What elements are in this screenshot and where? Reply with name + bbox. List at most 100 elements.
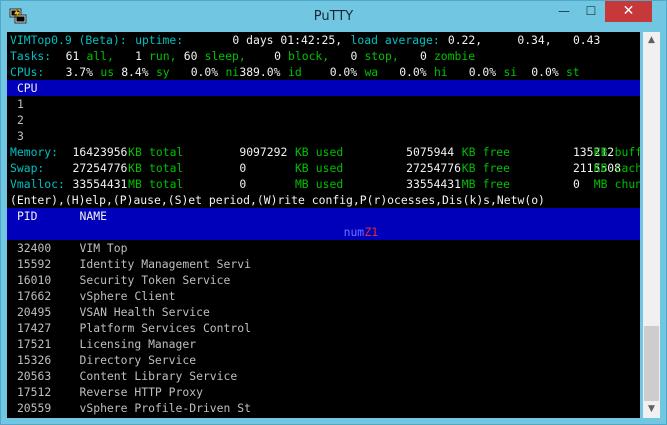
header-field: uptime: — [135, 33, 184, 47]
swap-field: 0 — [239, 161, 247, 175]
memory-field: KB — [128, 145, 142, 159]
process-unit-label: Z1 — [364, 225, 379, 239]
process-cell: 17662 — [16, 289, 52, 303]
vmalloc-field: 0 — [572, 177, 580, 191]
cpus-field: 0.0% — [190, 65, 219, 79]
tasks-field: 1 — [135, 49, 142, 63]
cpu-table-header-bar — [7, 80, 640, 96]
swap-field: KB — [461, 161, 476, 175]
cpus-field: sy — [155, 65, 170, 79]
swap-field: used — [315, 161, 344, 175]
process-cell: Directory Service — [79, 353, 197, 367]
cpus-field: ni — [225, 65, 240, 79]
cpus-field: 8.4% — [121, 65, 149, 79]
maximize-button[interactable]: ☐ — [578, 1, 604, 22]
swap-field: total — [149, 161, 184, 175]
cpu-col-header: CPU — [16, 81, 38, 95]
vertical-scrollbar[interactable]: ▲ ▼ — [643, 32, 660, 418]
swap-field: KB — [294, 161, 309, 175]
memory-field: 16423956 — [72, 145, 128, 159]
title-bar[interactable]: PuTTY — ☐ ✕ — [1, 1, 666, 32]
memory-field: 9097292 — [239, 145, 288, 159]
header-field: 0.43 — [572, 33, 601, 47]
process-cell: vSphere Client — [79, 289, 176, 303]
vmalloc-field: 0 — [239, 177, 247, 191]
vmalloc-field: Vmalloc: — [10, 177, 65, 191]
memory-field: total — [149, 145, 184, 159]
cpus-field: CPUs: — [10, 65, 45, 79]
vmalloc-field: chunk — [614, 177, 640, 191]
process-cell: Licensing Manager — [79, 337, 197, 351]
tasks-field: zombie — [433, 49, 476, 63]
memory-field: KB — [461, 145, 476, 159]
process-cell: Platform Services Control — [79, 321, 251, 335]
process-cell: 15592 — [16, 257, 52, 271]
vmalloc-field: 33554431 — [72, 177, 128, 191]
cpus-field: 0.0% — [399, 65, 427, 79]
process-cell: 17427 — [16, 321, 52, 335]
memory-field: free — [482, 145, 511, 159]
cpu-cell: 2 — [16, 113, 24, 127]
process-cell: Reverse HTTP Proxy — [79, 385, 203, 399]
process-cell: 20559 — [16, 401, 52, 415]
tasks-field: 61 — [65, 49, 80, 63]
putty-window: PuTTY — ☐ ✕ VIMTop0.9 (Beta): uptime: 0 da… — [0, 0, 667, 425]
memory-field: buffs — [614, 145, 640, 159]
process-cell: 20495 — [16, 305, 52, 319]
header-field: 0 days 01:42:25, — [232, 33, 343, 47]
tasks-field: 0 — [274, 49, 281, 63]
process-cell: 15326 — [16, 353, 52, 367]
swap-field: KB — [593, 161, 608, 175]
memory-field: KB — [294, 145, 309, 159]
swap-field: 27254776 — [406, 161, 462, 175]
cpus-field: us — [100, 65, 115, 79]
vmalloc-field: MB — [128, 177, 142, 191]
tasks-field: run, — [149, 49, 177, 63]
header-field: 0.22, — [447, 33, 483, 47]
swap-field: 27254776 — [72, 161, 128, 175]
process-cell: 32400 — [16, 241, 52, 255]
help-text: (Enter),(H)elp,(P)ause,(S)et period,(W)r… — [10, 193, 545, 207]
vmalloc-field: MB — [593, 177, 608, 191]
process-col-header: PID — [16, 209, 38, 223]
cpus-field: 0.0% — [531, 65, 559, 79]
process-cell: 16010 — [16, 273, 52, 287]
scroll-up-arrow-icon[interactable]: ▲ — [643, 32, 660, 49]
scroll-thumb[interactable] — [644, 326, 659, 401]
cpus-field: si — [503, 65, 518, 79]
cpus-field: 0.0% — [468, 65, 497, 79]
memory-field: used — [315, 145, 344, 159]
process-cell: vSphere Profile-Driven St — [79, 401, 251, 415]
memory-field: Memory: — [10, 145, 59, 159]
terminal-screen[interactable]: VIMTop0.9 (Beta): uptime: 0 days 01:42:25,… — [7, 32, 640, 418]
scroll-down-arrow-icon[interactable]: ▼ — [643, 401, 660, 418]
cpus-field: id — [288, 65, 302, 79]
tasks-field: 60 — [183, 49, 198, 63]
close-button[interactable]: ✕ — [605, 1, 652, 22]
process-cell: 20563 — [16, 369, 52, 383]
tasks-field: sleep, — [204, 49, 246, 63]
swap-field: free — [482, 161, 511, 175]
process-cell: 17512 — [16, 385, 52, 399]
tasks-field: stop, — [364, 49, 399, 63]
cpu-cell: 3 — [16, 129, 24, 143]
process-cell: Identity Management Servi — [79, 257, 251, 271]
header-field: 0.34, — [517, 33, 552, 47]
tasks-field: Tasks: — [10, 49, 52, 63]
tasks-field: 0 — [420, 49, 427, 63]
vmalloc-field: MB — [294, 177, 309, 191]
tasks-field: all, — [86, 49, 114, 63]
header-field: VIMTop0.9 (Beta): — [10, 33, 127, 47]
process-cell: Content Library Service — [79, 369, 238, 383]
tasks-field: block, — [288, 49, 330, 63]
process-cell: Security Token Service — [79, 273, 231, 287]
process-col-header: NAME — [79, 209, 107, 223]
tasks-field: 0 — [350, 49, 358, 63]
cpus-field: 389.0% — [239, 65, 281, 79]
cpu-cell: 1 — [16, 97, 24, 111]
swap-field: KB — [128, 161, 142, 175]
cpus-field: 0.0% — [329, 65, 358, 79]
cpus-field: wa — [364, 65, 379, 79]
minimize-button[interactable]: — — [551, 1, 577, 22]
memory-field: KB — [593, 145, 608, 159]
